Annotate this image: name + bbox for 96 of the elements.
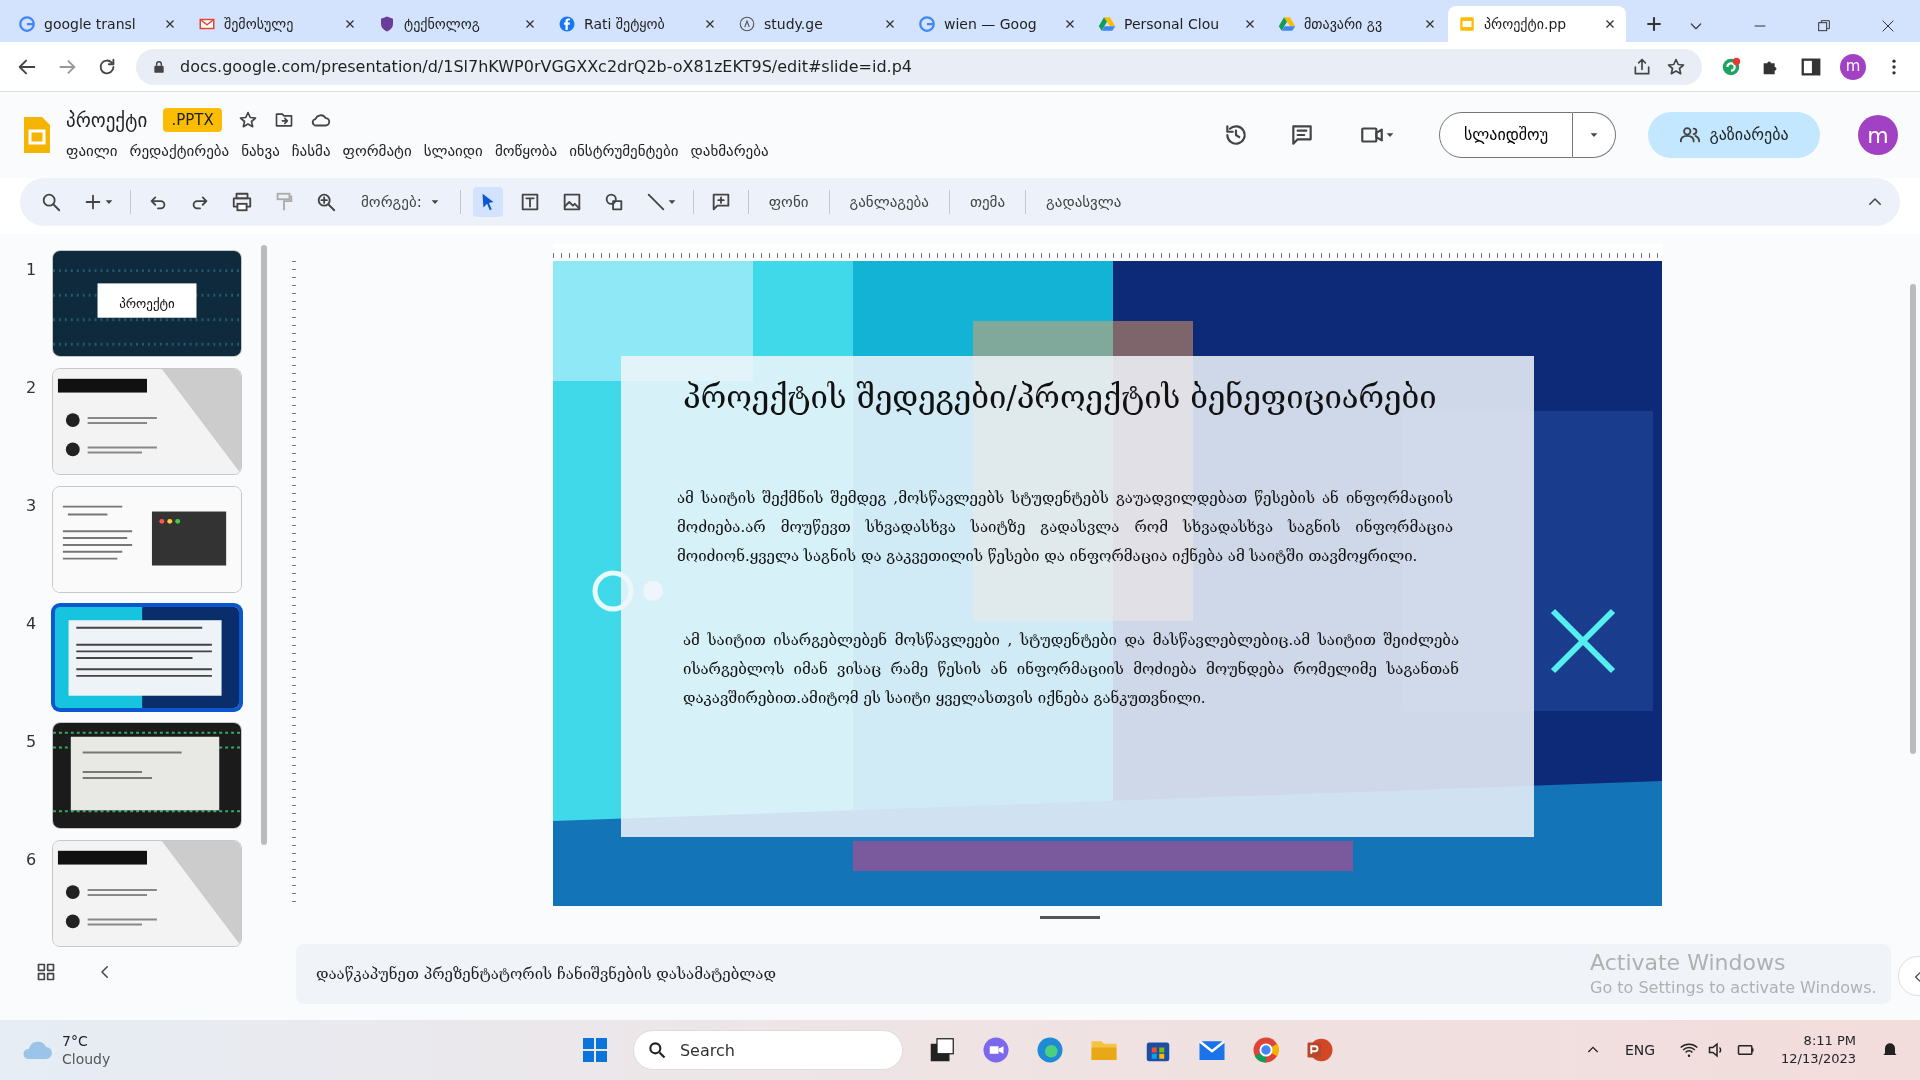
close-icon[interactable] [884, 18, 896, 30]
slide-thumbnail[interactable]: პროექტი [52, 250, 242, 357]
print-icon [231, 191, 253, 213]
menu-item[interactable]: რედაქტირება [123, 138, 236, 165]
scrollbar[interactable] [1910, 284, 1916, 754]
new-tab-icon[interactable] [1644, 14, 1664, 34]
browser-tab[interactable]: google transl [8, 6, 186, 42]
caret-icon [104, 197, 114, 207]
clock-date: 12/13/2023 [1781, 1050, 1856, 1068]
clock-time: 8:11 PM [1803, 1032, 1856, 1050]
emblem-icon [738, 15, 756, 33]
slide-number: 3 [26, 495, 38, 517]
temperature-text: 7°C [62, 1032, 89, 1050]
close-icon[interactable] [704, 18, 716, 30]
search-icon [40, 191, 62, 213]
toolbar-button[interactable]: გადასვლა [1038, 186, 1130, 218]
slide-thumbnail[interactable] [52, 840, 242, 947]
menu-item[interactable]: სლაიდი [417, 138, 489, 165]
google-icon [18, 15, 36, 33]
close-icon[interactable] [1424, 18, 1436, 30]
menu-item[interactable]: ფორმატი [336, 138, 418, 165]
slide-number: 2 [26, 377, 38, 399]
address-bar[interactable]: docs.google.com/presentation/d/1Sl7hKWP0rVGGXXc2drQ2b-oX81zEKT9S/edit#slide=id.p4 [136, 48, 1702, 85]
caret-icon [1384, 130, 1395, 140]
close-icon[interactable] [164, 18, 176, 30]
slide-number: 4 [26, 613, 38, 635]
browser-tab[interactable]: study.ge [728, 6, 906, 42]
facebook-icon [558, 15, 576, 33]
star-icon[interactable] [237, 109, 258, 130]
caret-icon [1589, 130, 1599, 140]
caret-icon [429, 197, 440, 207]
toolbar-button[interactable]: თემა [961, 186, 1014, 218]
search-field[interactable]: Search [632, 1030, 903, 1070]
caret-icon [666, 197, 677, 207]
cursor-button[interactable] [472, 187, 503, 217]
browser-tab[interactable]: მთავარი გვ [1268, 6, 1446, 42]
extension-icon[interactable] [1720, 55, 1742, 78]
browser-tab[interactable]: პროექტი.pp [1448, 6, 1626, 42]
slide-title: პროექტის შედეგები/პროექტის ბენეფიციარები [683, 378, 1437, 417]
close-icon[interactable] [344, 18, 356, 30]
close-icon[interactable] [1064, 18, 1076, 30]
zoom-icon [315, 191, 337, 213]
drive-icon [1278, 15, 1296, 33]
close-icon[interactable] [1880, 18, 1896, 34]
start-icon[interactable] [580, 1036, 609, 1064]
activation-text: Go to Settings to activate Windows. [1590, 977, 1877, 999]
google-icon [918, 15, 936, 33]
menu-item[interactable]: ნახვა [235, 138, 286, 165]
slide-number: 5 [26, 731, 38, 753]
restore-icon[interactable] [1816, 18, 1832, 34]
slideshow-button[interactable]: სლაიდშოუ [1438, 112, 1573, 158]
scroll-handle[interactable] [1040, 916, 1100, 919]
browser-tab[interactable]: Rati შეტყობ [548, 6, 726, 42]
search-icon [646, 1040, 667, 1060]
drive-icon [1098, 15, 1116, 33]
slide-paragraph: ამ საიტით ისარგებლებენ მოსწავლეები , სტუდენტები და მასწავლებლებიც.ამ საიტით შეიძლება ისარგებლოს იმან ვისაც რამე წესის ან ინფორმაციის მოძიება მოუნდება რომელიმე საგანთან დაკავშირებით.ამიტომ ეს საიტი ყველასთვის იქნება განკუთვნილი. [683, 630, 1459, 709]
browser-tab[interactable]: Personal Clou [1088, 6, 1266, 42]
slideshow-menu-button[interactable] [1573, 112, 1616, 158]
browser-tab[interactable]: wien — Goog [908, 6, 1086, 42]
slide-preview-title: პროექტი [119, 294, 175, 313]
weather-text: Cloudy [62, 1050, 111, 1068]
menu-item[interactable]: ინსტრუმენტები [563, 138, 685, 165]
menu-item[interactable]: ჩასმა [285, 138, 337, 165]
slide-number: 6 [26, 849, 38, 871]
activation-title: Activate Windows [1590, 949, 1786, 977]
menu-item[interactable]: დახმარება [684, 138, 775, 165]
scrollbar[interactable] [261, 245, 267, 845]
grid-view-icon[interactable] [36, 962, 56, 982]
lock-icon [152, 58, 166, 75]
slide-thumbnail[interactable] [52, 368, 242, 475]
shield-icon [378, 15, 396, 33]
browser-tab[interactable]: შემოსულე [188, 6, 366, 42]
share-icon[interactable] [1632, 56, 1652, 77]
close-icon[interactable] [524, 18, 536, 30]
star-icon[interactable] [1666, 56, 1686, 77]
slide-thumbnail[interactable] [52, 722, 242, 829]
document-title[interactable]: პროექტი [66, 105, 148, 134]
menu-item[interactable]: ფაილი [60, 138, 124, 165]
language-indicator[interactable]: ENG [1624, 1039, 1656, 1061]
slide-paragraph: ამ საიტის შექმნის შემდეგ ,მოსწავლეებს სტუდენტებს გაუადვილდებათ წესების ან ინფორმაციის მოძიება.არ მოუწევთ სხვადასხვა საიტზე გადასვლა რომ სხვადასხვა საგნის ინფორმაცია მოიძიონ.ყველა საგნის და გაკვეთილის წესები და ინფორმაცია იქნება ამ საიტში თავმოყრილი. [677, 488, 1453, 567]
close-icon[interactable] [1244, 18, 1256, 30]
toolbar-button[interactable]: განლაგება [841, 186, 937, 218]
share-button[interactable]: გაზიარება [1648, 112, 1820, 158]
menu-item[interactable]: მოწყობა [488, 138, 564, 165]
zoom-dropdown[interactable]: მორგებ: [353, 186, 448, 218]
slide-number: 1 [26, 259, 38, 281]
slide-thumbnail[interactable] [52, 486, 242, 593]
toolbar-button[interactable]: ფონი [760, 186, 817, 218]
close-icon[interactable] [1604, 18, 1616, 30]
profile-avatar[interactable]: m [1840, 53, 1866, 80]
url-text: docs.google.com/presentation/d/1Sl7hKWP0rVGGXXc2drQ2b-oX81zEKT9S/edit#slide=id.p4 [180, 55, 913, 78]
slide-thumbnail[interactable] [52, 604, 242, 711]
profile-avatar[interactable]: m [1858, 115, 1898, 155]
browser-tab[interactable]: ტექნოლოგ [368, 6, 546, 42]
slides-icon [1458, 15, 1476, 33]
file-type-badge: .PPTX [163, 107, 222, 132]
